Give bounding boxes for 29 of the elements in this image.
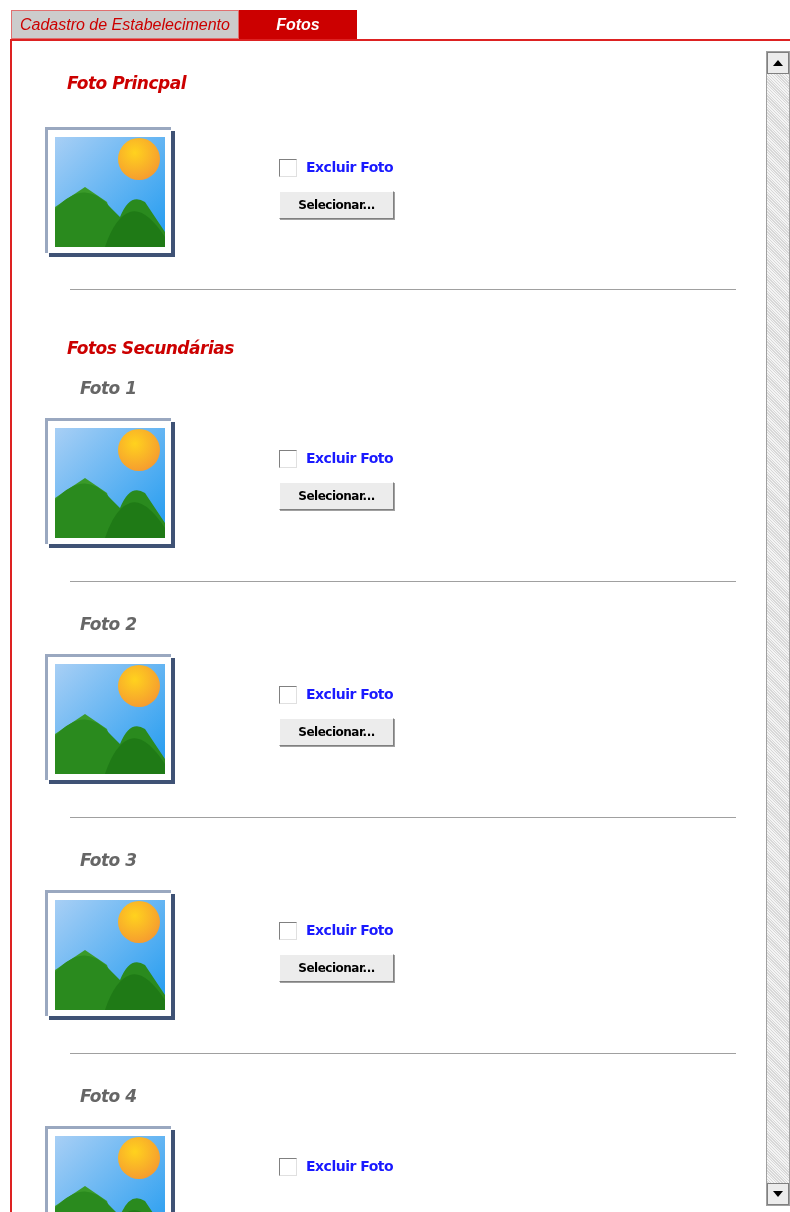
exclude-checkbox[interactable]	[279, 158, 297, 177]
select-button[interactable]: Selecionar...	[279, 718, 394, 746]
scrollbar[interactable]	[766, 51, 790, 1206]
scroll-down-icon[interactable]	[767, 1183, 789, 1205]
exclude-photo-label: Excluir Foto	[306, 1157, 394, 1176]
photo-label: Foto 3	[80, 850, 137, 870]
exclude-photo-label: Excluir Foto	[306, 921, 394, 940]
exclude-checkbox[interactable]	[279, 685, 297, 704]
exclude-checkbox[interactable]	[279, 449, 297, 468]
photo-label: Foto 4	[80, 1086, 137, 1106]
exclude-photo-label: Excluir Foto	[306, 158, 394, 177]
tab[interactable]: Cadastro de Estabelecimento	[11, 10, 239, 39]
select-button[interactable]: Selecionar...	[279, 191, 394, 219]
section-title: Foto Princpal	[67, 73, 186, 93]
photo-label: Foto 2	[80, 614, 137, 634]
scroll-up-icon[interactable]	[767, 52, 789, 74]
exclude-checkbox[interactable]	[279, 1157, 297, 1176]
picture-icon	[45, 654, 175, 784]
select-button[interactable]: Selecionar...	[279, 482, 394, 510]
exclude-photo-label: Excluir Foto	[306, 449, 394, 468]
picture-icon	[45, 127, 175, 257]
photo-label: Foto 1	[80, 378, 137, 398]
exclude-photo-label: Excluir Foto	[306, 685, 394, 704]
select-button[interactable]: Selecionar...	[279, 954, 394, 982]
picture-icon	[45, 418, 175, 548]
section-title: Fotos Secundárias	[67, 338, 234, 358]
picture-icon	[45, 890, 175, 1020]
tab[interactable]: Fotos	[238, 10, 357, 39]
exclude-checkbox[interactable]	[279, 921, 297, 940]
